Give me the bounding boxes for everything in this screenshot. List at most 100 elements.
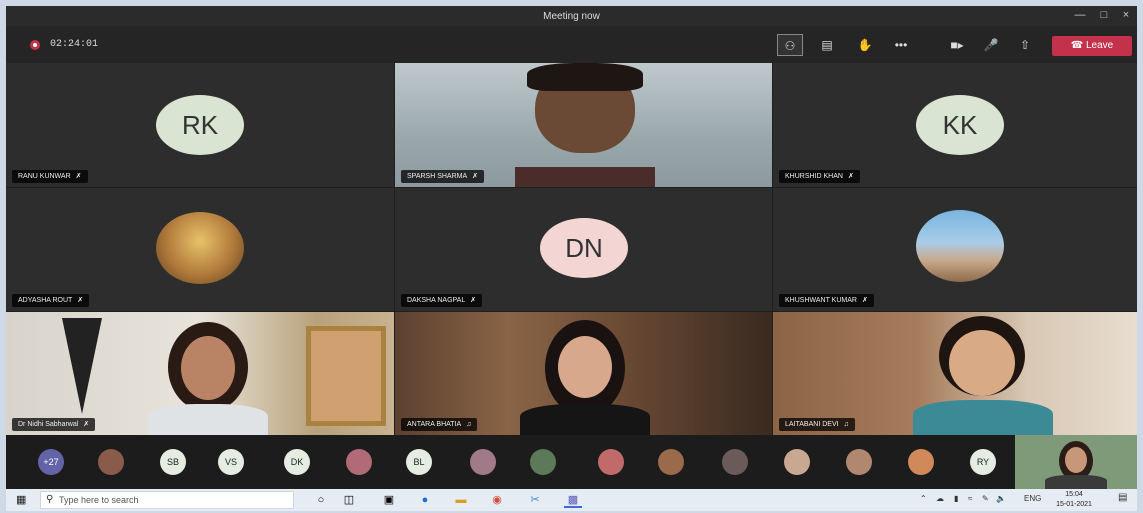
windows-start-icon[interactable]: ▦	[16, 494, 28, 506]
video-grid: RK RANU KUNWAR ✗ SPARSH SHARMA ✗ KK KHURSH…	[6, 63, 1137, 435]
pen-icon[interactable]: ✎	[982, 494, 989, 503]
participant-tile[interactable]: ADYASHA ROUT ✗	[6, 188, 394, 311]
participant-video	[515, 63, 655, 187]
notifications-icon[interactable]: ▤	[1118, 492, 1127, 503]
cortana-icon[interactable]: ○	[312, 492, 330, 508]
participant-name-tag: RANU KUNWAR ✗	[12, 170, 88, 183]
windows-taskbar: ▦ ⚲ Type here to search ○ ◫ ▣ ● ▬ ◉ ✂ ▩ …	[6, 489, 1137, 511]
store-icon[interactable]: ▣	[380, 492, 398, 508]
participant-tile[interactable]: DN DAKSHA NAGPAL ✗	[395, 188, 772, 311]
participant-name-tag: DAKSHA NAGPAL ✗	[401, 294, 483, 307]
participant-video	[148, 322, 268, 435]
participant-chip[interactable]: BL	[406, 449, 432, 475]
mic-muted-icon: ✗	[75, 173, 82, 180]
mic-muted-icon: ✗	[470, 297, 477, 304]
chat-icon[interactable]: ▤	[814, 34, 840, 56]
tray-chevron-icon[interactable]: ⌃	[920, 494, 927, 503]
participant-tile[interactable]: Dr Nidhi Sabharwal ✗	[6, 312, 394, 435]
framed-painting	[306, 326, 386, 426]
participant-chip[interactable]	[346, 449, 372, 475]
participant-chip[interactable]	[658, 449, 684, 475]
participant-tile[interactable]: KK KHURSHID KHAN ✗	[773, 63, 1137, 187]
window-title: Meeting now	[543, 11, 600, 22]
participant-name: KHUSHWANT KUMAR	[785, 297, 857, 304]
participant-tile[interactable]: SPARSH SHARMA ✗	[395, 63, 772, 187]
taskbar-search[interactable]: ⚲ Type here to search	[40, 491, 294, 509]
avatar: KK	[916, 95, 1004, 155]
clock-time: 15:04	[1065, 491, 1083, 498]
participant-name: Dr Nidhi Sabharwal	[18, 421, 79, 428]
profile-photo	[916, 210, 1004, 282]
mic-muted-icon[interactable]: 🎤	[978, 34, 1004, 56]
participant-name: ADYASHA ROUT	[18, 297, 73, 304]
recording-icon	[30, 40, 40, 50]
participant-name-tag: ADYASHA ROUT ✗	[12, 294, 90, 307]
teams-meeting-window: Meeting now — □ × 02:24:01 ⚇ ▤ ✋ ••• ■▸ …	[6, 6, 1137, 489]
participant-tile[interactable]: KHUSHWANT KUMAR ✗	[773, 188, 1137, 311]
mic-unmuted-icon: ♫	[843, 421, 849, 428]
participant-tile[interactable]: LAITABANI DEVI ♫	[773, 312, 1137, 435]
participant-video	[520, 320, 650, 435]
participant-name-tag: LAITABANI DEVI ♫	[779, 418, 855, 431]
participant-chip[interactable]: DK	[284, 449, 310, 475]
leave-button[interactable]: ☎ Leave	[1052, 36, 1132, 56]
participant-chip[interactable]: RY	[970, 449, 996, 475]
participant-chip[interactable]	[846, 449, 872, 475]
mic-muted-icon: ✗	[472, 173, 479, 180]
participant-tile[interactable]: ANTARA BHATIA ♫	[395, 312, 772, 435]
more-actions-button[interactable]: •••	[888, 34, 914, 56]
participant-tile[interactable]: RK RANU KUNWAR ✗	[6, 63, 394, 187]
edge-icon[interactable]: ●	[416, 492, 434, 508]
avatar: RK	[156, 95, 244, 155]
participant-name-tag: ANTARA BHATIA ♫	[401, 418, 478, 431]
teams-icon[interactable]: ▩	[564, 492, 582, 508]
self-preview-video[interactable]	[1015, 435, 1137, 489]
participant-name-tag: KHURSHID KHAN ✗	[779, 170, 860, 183]
minimize-icon[interactable]: —	[1072, 9, 1088, 23]
task-view-icon[interactable]: ◫	[340, 492, 358, 508]
snip-tool-icon[interactable]: ✂	[526, 492, 544, 508]
leave-label: Leave	[1085, 40, 1114, 51]
raise-hand-icon[interactable]: ✋	[852, 34, 878, 56]
participant-chip[interactable]	[908, 449, 934, 475]
close-icon[interactable]: ×	[1118, 9, 1134, 23]
mic-muted-icon: ✗	[77, 297, 84, 304]
maximize-icon[interactable]: □	[1096, 9, 1112, 23]
participant-chip[interactable]	[722, 449, 748, 475]
participant-name-tag: Dr Nidhi Sabharwal ✗	[12, 418, 96, 431]
cloud-icon[interactable]: ☁	[936, 494, 944, 503]
title-bar: Meeting now — □ ×	[6, 6, 1137, 26]
participant-name: RANU KUNWAR	[18, 173, 71, 180]
participants-icon[interactable]: ⚇	[777, 34, 803, 56]
overflow-count-chip[interactable]: +27	[38, 449, 64, 475]
participant-name: LAITABANI DEVI	[785, 421, 839, 428]
participant-chip[interactable]	[784, 449, 810, 475]
wifi-icon[interactable]: ≈	[968, 494, 972, 503]
participant-name: KHURSHID KHAN	[785, 173, 843, 180]
participant-chip[interactable]: VS	[218, 449, 244, 475]
camera-icon[interactable]: ■▸	[944, 34, 970, 56]
phone-icon: ☎	[1070, 40, 1086, 51]
mic-unmuted-icon: ♫	[466, 421, 472, 428]
participant-chip[interactable]	[470, 449, 496, 475]
participant-video	[913, 316, 1053, 435]
taskbar-clock[interactable]: 15:04 15-01-2021	[1054, 490, 1094, 510]
participant-chip[interactable]	[530, 449, 556, 475]
mic-muted-icon: ✗	[861, 297, 868, 304]
avatar: DN	[540, 218, 628, 278]
participant-chip[interactable]	[98, 449, 124, 475]
language-indicator[interactable]: ENG	[1024, 494, 1041, 503]
volume-icon[interactable]: 🔈	[996, 494, 1006, 503]
file-explorer-icon[interactable]: ▬	[452, 492, 470, 508]
mic-muted-icon: ✗	[847, 173, 854, 180]
participant-chip[interactable]: SB	[160, 449, 186, 475]
participant-name: SPARSH SHARMA	[407, 173, 468, 180]
battery-icon[interactable]: ▮	[954, 494, 958, 503]
participant-roster: +27 SB VS DK BL RY	[6, 435, 1137, 489]
chrome-icon[interactable]: ◉	[488, 492, 506, 508]
clock-date: 15-01-2021	[1056, 501, 1092, 508]
share-screen-icon[interactable]: ⇧	[1012, 34, 1038, 56]
participant-name: DAKSHA NAGPAL	[407, 297, 466, 304]
participant-chip[interactable]	[598, 449, 624, 475]
search-placeholder: Type here to search	[59, 495, 139, 505]
